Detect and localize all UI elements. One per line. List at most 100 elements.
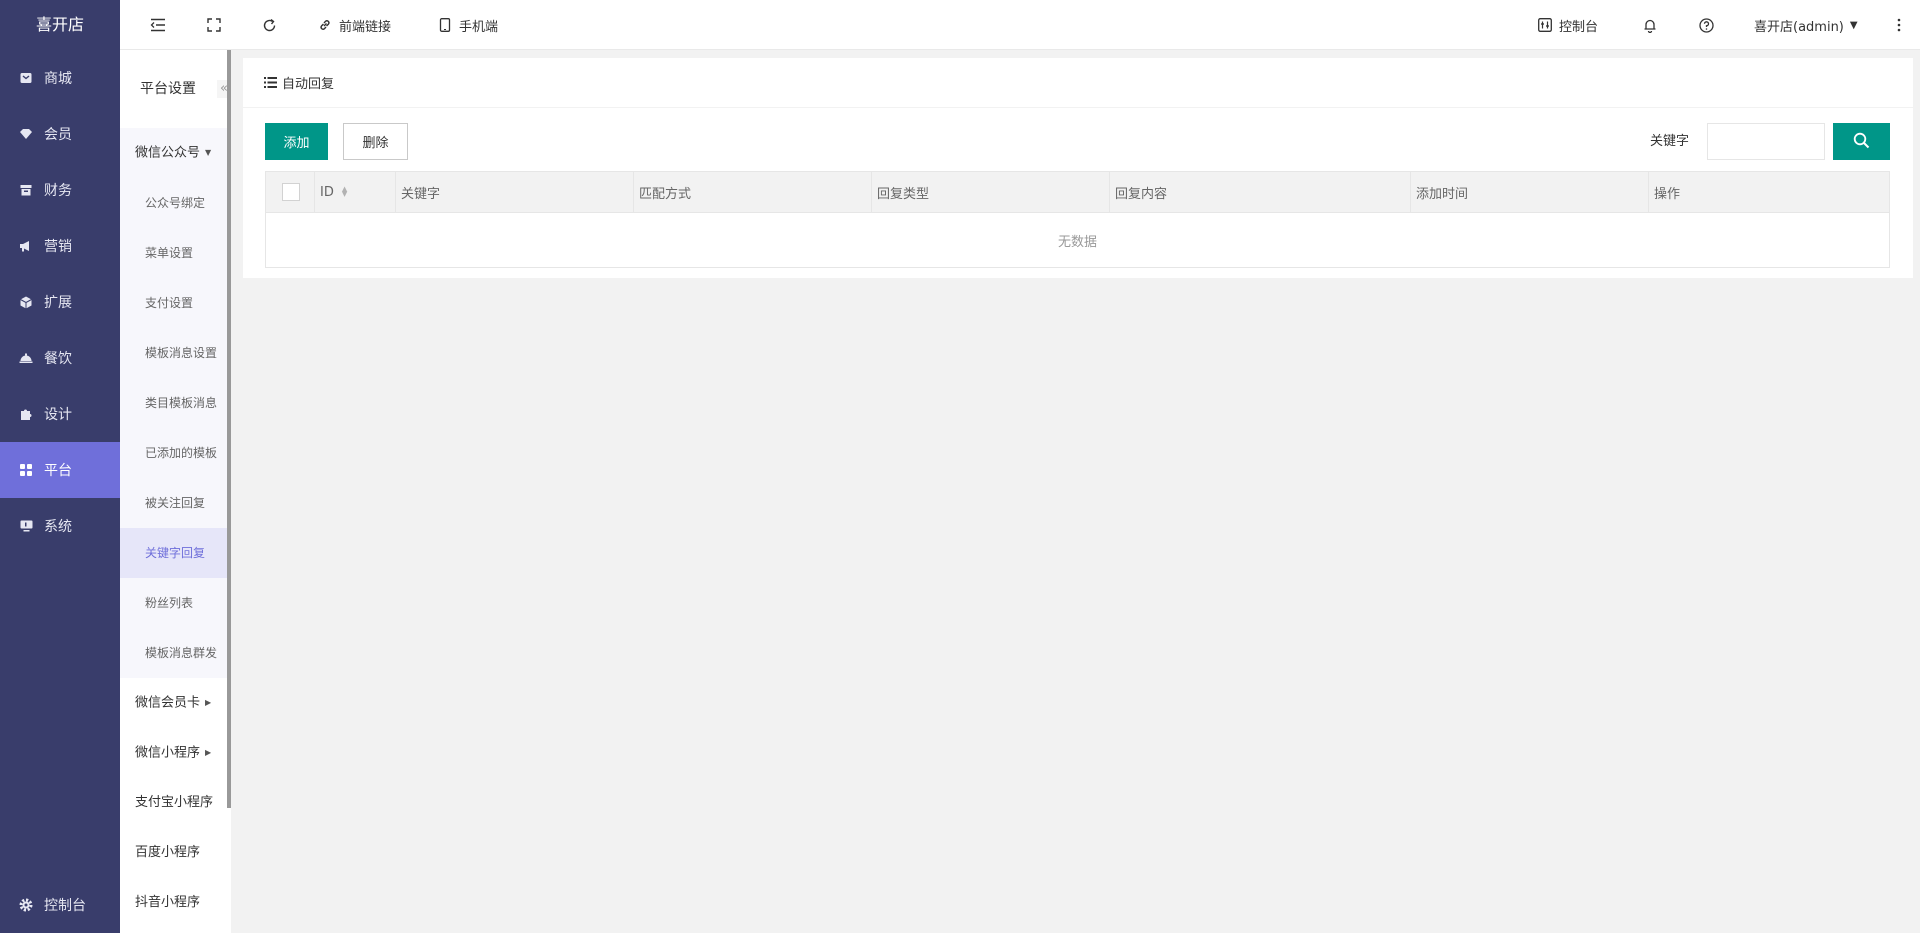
grid-icon: [19, 463, 33, 477]
sub-item-payment-settings[interactable]: 支付设置: [120, 278, 227, 328]
group-label: 微信小程序: [135, 745, 201, 761]
nav-item-system[interactable]: 系统: [0, 498, 120, 554]
secondary-sidebar-title: 平台设置: [140, 81, 196, 97]
card-header: 自动回复: [243, 58, 1913, 108]
brand-logo[interactable]: 喜开店: [0, 0, 120, 50]
keyword-input[interactable]: [1707, 123, 1825, 160]
more-icon[interactable]: [1890, 16, 1908, 34]
megaphone-icon: [19, 239, 33, 253]
mobile-link-label: 手机端: [459, 19, 499, 35]
group-label: 支付宝小程序: [135, 795, 214, 810]
sort-icon[interactable]: ▲ ▼: [342, 186, 347, 198]
member-icon: [19, 127, 33, 141]
sub-item-menu-settings[interactable]: 菜单设置: [120, 228, 227, 278]
help-icon[interactable]: [1697, 16, 1715, 34]
puzzle-icon: [19, 407, 33, 421]
gear-icon: [19, 898, 33, 912]
group-wechat-card[interactable]: 微信会员卡 ▶: [120, 678, 231, 728]
delete-button[interactable]: 删除: [343, 123, 408, 160]
nav-label: 系统: [44, 519, 72, 535]
cube-icon: [19, 295, 33, 309]
column-match-type: 匹配方式: [633, 171, 872, 213]
nav-label: 平台: [44, 463, 72, 479]
search-icon: [1853, 132, 1870, 152]
nav-label: 财务: [44, 183, 72, 199]
add-button[interactable]: 添加: [265, 123, 328, 160]
column-keyword: 关键字: [395, 171, 634, 213]
primary-nav: 商城 会员 财务 营销 扩展 餐饮 设计 平台 系统: [0, 50, 120, 554]
primary-sidebar: 喜开店 商城 会员 财务 营销 扩展 餐饮 设计 平台 系统 控制台: [0, 0, 120, 933]
sub-item-follow-reply[interactable]: 被关注回复: [120, 478, 227, 528]
console-footer-link[interactable]: 控制台: [0, 877, 120, 933]
column-actions: 操作: [1648, 171, 1890, 213]
nav-label: 商城: [44, 71, 72, 87]
group-label: 百度小程序: [135, 845, 201, 860]
sub-item-keyword-reply[interactable]: 关键字回复: [120, 528, 227, 578]
console-footer-label: 控制台: [44, 898, 86, 914]
sub-item-account-bind[interactable]: 公众号绑定: [120, 178, 227, 228]
shop-icon: [19, 71, 33, 85]
nav-label: 设计: [44, 407, 72, 423]
wechat-official-submenu: 公众号绑定 菜单设置 支付设置 模板消息设置 类目模板消息 已添加的模板 被关注…: [120, 178, 227, 678]
front-link[interactable]: 前端链接: [317, 0, 391, 50]
console-link[interactable]: 控制台: [1537, 0, 1598, 50]
fullscreen-icon[interactable]: [205, 16, 223, 34]
group-douyin-miniprogram[interactable]: 抖音小程序: [120, 878, 231, 928]
menu-fold-icon[interactable]: [149, 16, 167, 34]
nav-item-extend[interactable]: 扩展: [0, 274, 120, 330]
nav-item-platform[interactable]: 平台: [0, 442, 120, 498]
nav-item-shop[interactable]: 商城: [0, 50, 120, 106]
nav-item-design[interactable]: 设计: [0, 386, 120, 442]
sub-item-category-template-msg[interactable]: 类目模板消息: [120, 378, 227, 428]
group-wechat-official[interactable]: 微信公众号 ▼: [120, 128, 227, 178]
sub-item-fans-list[interactable]: 粉丝列表: [120, 578, 227, 628]
group-label: 微信公众号: [135, 145, 201, 161]
tablet-icon: [437, 17, 453, 33]
group-alipay-miniprogram[interactable]: 支付宝小程序: [120, 778, 231, 828]
nav-label: 扩展: [44, 295, 72, 311]
card-title: 自动回复: [282, 77, 335, 92]
caret-right-icon: ▶: [205, 748, 212, 757]
nav-item-member[interactable]: 会员: [0, 106, 120, 162]
refresh-icon[interactable]: [260, 16, 278, 34]
keyword-reply-table: ID ▲ ▼ 关键字 匹配方式 回复类型 回复内容 添加时间 操作 无数据: [265, 171, 1890, 268]
nav-item-marketing[interactable]: 营销: [0, 218, 120, 274]
dashboard-icon: [1537, 17, 1553, 33]
nav-item-food[interactable]: 餐饮: [0, 330, 120, 386]
finance-icon: [19, 183, 33, 197]
caret-down-icon: ▼: [1849, 19, 1858, 31]
caret-down-icon: ▼: [205, 148, 212, 157]
column-add-time: 添加时间: [1410, 171, 1649, 213]
empty-text: 无数据: [1057, 234, 1097, 250]
front-link-label: 前端链接: [339, 19, 392, 35]
list-icon: [264, 76, 278, 90]
sub-item-template-broadcast[interactable]: 模板消息群发: [120, 628, 227, 678]
nav-label: 营销: [44, 239, 72, 255]
group-baidu-miniprogram[interactable]: 百度小程序: [120, 828, 231, 878]
sub-item-template-msg-settings[interactable]: 模板消息设置: [120, 328, 227, 378]
nav-item-finance[interactable]: 财务: [0, 162, 120, 218]
search-button[interactable]: [1833, 123, 1890, 160]
select-all-cell: [265, 171, 315, 213]
bell-icon[interactable]: [1641, 16, 1659, 34]
caret-right-icon: ▶: [205, 698, 212, 707]
sidebar-scrollbar[interactable]: [227, 50, 231, 808]
user-name: 喜开店(admin): [1754, 19, 1844, 35]
mobile-link[interactable]: 手机端: [437, 0, 498, 50]
column-id[interactable]: ID ▲ ▼: [314, 171, 396, 213]
sub-item-added-templates[interactable]: 已添加的模板: [120, 428, 227, 478]
user-menu[interactable]: 喜开店(admin) ▼: [1754, 0, 1858, 50]
food-cover-icon: [19, 351, 33, 365]
monitor-icon: [19, 519, 33, 533]
secondary-sidebar: 平台设置 « 微信公众号 ▼ 公众号绑定 菜单设置 支付设置 模板消息设置 类目模…: [120, 50, 231, 933]
select-all-checkbox[interactable]: [282, 183, 300, 201]
top-header: 前端链接 手机端 控制台 喜开店(admin) ▼: [120, 0, 1920, 50]
link-icon: [317, 17, 333, 33]
auto-reply-card: 自动回复 添加 删除 关键字 ID ▲ ▼ 关键字 匹配方式 回复类型 回复内容 添…: [243, 58, 1913, 278]
group-label: 抖音小程序: [135, 895, 201, 910]
group-label: 微信会员卡: [135, 695, 201, 711]
column-reply-type: 回复类型: [871, 171, 1110, 213]
nav-label: 餐饮: [44, 351, 72, 367]
nav-label: 会员: [44, 127, 72, 143]
group-wechat-miniprogram[interactable]: 微信小程序 ▶: [120, 728, 231, 778]
